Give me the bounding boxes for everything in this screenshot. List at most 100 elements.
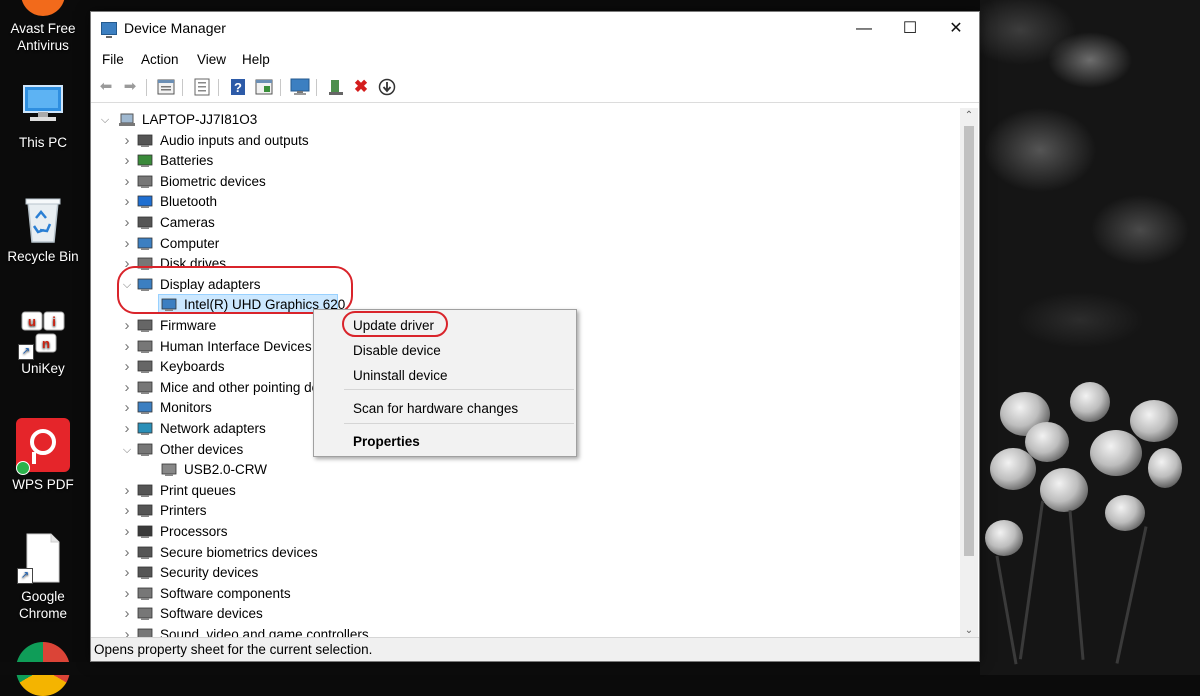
menu-item-uninstall-device[interactable]: Uninstall device — [353, 368, 448, 383]
shortcut-arrow-icon: ↗ — [17, 568, 33, 584]
chevron-right-icon[interactable]: › — [121, 234, 133, 254]
vertical-scrollbar[interactable]: ⌃ ⌄ — [960, 108, 978, 638]
forward-icon[interactable]: ➡ — [120, 77, 140, 97]
enable-device-icon[interactable] — [326, 77, 346, 97]
device-category-icon — [137, 319, 153, 333]
help-icon[interactable]: ? — [228, 77, 248, 97]
wps-pdf-icon — [16, 418, 70, 475]
desktop-icon-avast[interactable]: Avast Free Antivirus — [0, 0, 86, 54]
scroll-thumb[interactable] — [964, 126, 974, 556]
recycle-bin-icon — [20, 196, 66, 244]
maximize-button[interactable]: ☐ — [887, 12, 933, 46]
device-category-icon — [137, 607, 153, 621]
chevron-right-icon[interactable]: › — [121, 501, 133, 521]
close-button[interactable]: ✕ — [933, 12, 979, 46]
status-text: Opens property sheet for the current sel… — [94, 642, 373, 657]
chevron-right-icon[interactable]: › — [121, 604, 133, 624]
properties-view-icon[interactable] — [156, 77, 176, 97]
tree-item-label: Processors — [160, 524, 228, 539]
computer-icon — [20, 84, 66, 130]
taskbar — [0, 662, 980, 675]
device-category-icon — [137, 237, 153, 251]
back-icon[interactable]: ⬅ — [96, 77, 116, 97]
tree-item-label: Secure biometrics devices — [160, 544, 318, 560]
scroll-up-icon[interactable]: ⌃ — [960, 110, 978, 121]
device-category-icon — [137, 195, 153, 209]
chevron-right-icon[interactable]: › — [121, 584, 133, 604]
tree-item-label: Batteries — [160, 153, 214, 169]
tree-item-label: Human Interface Devices — [160, 338, 312, 354]
chevron-right-icon[interactable]: › — [121, 522, 133, 542]
device-category-icon — [137, 525, 153, 539]
menu-item-disable-device[interactable]: Disable device — [353, 343, 441, 358]
tree-item-label: Bluetooth — [160, 194, 218, 210]
menu-action[interactable]: Action — [141, 52, 179, 67]
avast-icon — [21, 0, 65, 16]
desktop-icon-recycle-bin[interactable]: Recycle Bin — [0, 196, 86, 265]
chevron-right-icon[interactable]: › — [121, 398, 133, 418]
desktop-icon-label: WPS PDF — [12, 477, 74, 492]
menu-file[interactable]: File — [102, 52, 124, 67]
chevron-right-icon[interactable]: › — [121, 172, 133, 192]
chevron-right-icon[interactable]: › — [121, 316, 133, 336]
chevron-down-icon[interactable]: ⌵ — [121, 440, 133, 460]
device-category-icon — [137, 443, 153, 457]
update-driver-icon[interactable] — [254, 77, 274, 97]
menu-item-properties[interactable]: Properties — [353, 434, 420, 449]
minimize-button[interactable]: — — [841, 12, 887, 46]
desktop-icon-google-chrome[interactable]: ↗ Google Chrome — [0, 532, 86, 622]
tree-item-label: Printers — [160, 503, 207, 519]
device-category-icon — [137, 216, 153, 230]
desktop-icon-label: Recycle Bin — [7, 249, 79, 264]
tree-item-label: Monitors — [160, 400, 212, 416]
svg-text:u: u — [28, 314, 36, 329]
device-category-icon — [137, 360, 153, 374]
device-category-icon — [137, 587, 153, 601]
device-category-icon — [161, 463, 177, 477]
menu-help[interactable]: Help — [242, 52, 270, 67]
device-category-icon — [137, 340, 153, 354]
chevron-right-icon[interactable]: › — [121, 543, 133, 563]
title-bar: Device Manager — ☐ ✕ — [91, 12, 979, 46]
highlight-update-driver — [342, 311, 448, 337]
download-icon[interactable] — [377, 77, 397, 97]
desktop-icon-label: UniKey — [21, 361, 65, 376]
menu-item-scan-hardware[interactable]: Scan for hardware changes — [353, 401, 518, 416]
device-list-icon[interactable] — [192, 77, 212, 97]
chevron-down-icon[interactable]: ⌵ — [99, 110, 111, 130]
chevron-right-icon[interactable]: › — [121, 563, 133, 583]
chevron-right-icon[interactable]: › — [121, 378, 133, 398]
uninstall-icon[interactable]: ✖ — [351, 77, 371, 97]
chevron-right-icon[interactable]: › — [121, 151, 133, 171]
device-category-icon — [137, 401, 153, 415]
chevron-right-icon[interactable]: › — [121, 213, 133, 233]
chevron-right-icon[interactable]: › — [121, 357, 133, 377]
wallpaper — [980, 0, 1200, 675]
desktop-icon-this-pc[interactable]: This PC — [0, 84, 86, 151]
monitor-icon[interactable] — [290, 77, 310, 97]
device-category-icon — [137, 422, 153, 436]
tree-item-label: Cameras — [160, 215, 215, 230]
tree-item-label: Firmware — [160, 318, 217, 333]
desktop-icon-label: This PC — [18, 135, 67, 150]
svg-text:i: i — [52, 314, 56, 329]
menu-separator — [344, 389, 574, 390]
tree-item-label: Software devices — [160, 606, 263, 622]
menu-separator — [344, 423, 574, 424]
device-manager-icon — [101, 22, 117, 38]
device-category-icon — [137, 566, 153, 580]
device-category-icon — [137, 154, 153, 168]
tree-item-label: Print queues — [160, 482, 236, 498]
tree-root-label: LAPTOP-JJ7I81O3 — [142, 112, 258, 127]
desktop-icon-wps-pdf[interactable]: WPS PDF — [0, 418, 86, 493]
menu-view[interactable]: View — [197, 52, 226, 67]
desktop-icon-unikey[interactable]: u i n ↗ UniKey — [0, 310, 86, 377]
tree-item-label: Network adapters — [160, 421, 266, 436]
chevron-right-icon[interactable]: › — [121, 337, 133, 357]
scroll-down-icon[interactable]: ⌄ — [960, 625, 978, 636]
chevron-right-icon[interactable]: › — [121, 419, 133, 439]
chevron-right-icon[interactable]: › — [121, 131, 133, 151]
device-category-icon — [137, 504, 153, 518]
chevron-right-icon[interactable]: › — [121, 192, 133, 212]
chevron-right-icon[interactable]: › — [121, 481, 133, 501]
